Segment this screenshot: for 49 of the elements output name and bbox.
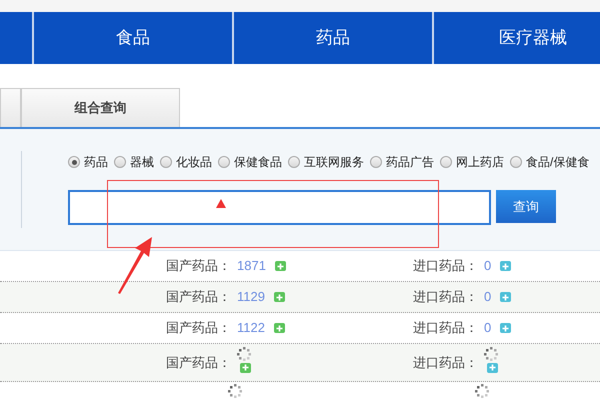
- radio-button[interactable]: [510, 156, 522, 168]
- count-label: 进口药品：: [413, 319, 478, 338]
- count-value[interactable]: 0: [484, 287, 492, 307]
- annotation-arrow: [115, 236, 153, 294]
- radio-button[interactable]: [160, 156, 172, 168]
- count-value[interactable]: 0: [484, 256, 492, 276]
- option-label: 器械: [130, 154, 154, 171]
- count-value[interactable]: 1129: [237, 287, 265, 307]
- nav-item[interactable]: 药品: [234, 12, 434, 64]
- loading-spinner-icon: [484, 346, 498, 360]
- search-button[interactable]: 查询: [496, 190, 556, 223]
- option-label: 药品: [84, 154, 108, 171]
- count-value[interactable]: 1871: [237, 256, 266, 276]
- count-value[interactable]: 0: [484, 318, 492, 338]
- count-label: 进口药品：: [413, 354, 478, 372]
- plus-icon[interactable]: [274, 261, 286, 271]
- plus-icon[interactable]: [500, 323, 512, 333]
- loading-spinner-icon: [237, 346, 251, 360]
- count-label: 国产药品：: [166, 257, 231, 276]
- search-field[interactable]: [68, 190, 491, 225]
- count-label: 进口药品：: [413, 288, 478, 306]
- option-label: 食品/保健食: [526, 154, 590, 171]
- count-label: 国产药品：: [166, 288, 231, 306]
- radio-button[interactable]: [68, 156, 80, 168]
- tab[interactable]: 组合查询: [21, 88, 180, 127]
- count-label: 国产药品：: [166, 319, 231, 338]
- plus-icon[interactable]: [274, 292, 285, 302]
- count-label: 进口药品：: [413, 257, 478, 276]
- radio-button[interactable]: [218, 156, 230, 168]
- count-label: 国产药品：: [166, 354, 231, 372]
- nav-item[interactable]: 食品: [34, 12, 234, 64]
- radio-button[interactable]: [370, 156, 382, 168]
- annotation-triangle: [216, 199, 226, 208]
- plus-icon[interactable]: [240, 362, 251, 372]
- nav-item[interactable]: 医疗器械: [434, 12, 600, 64]
- plus-icon[interactable]: [274, 323, 285, 333]
- option-label: 药品广告: [386, 154, 434, 171]
- option-label: 网上药店: [456, 154, 504, 171]
- plus-icon[interactable]: [500, 261, 512, 271]
- plus-icon[interactable]: [500, 292, 512, 302]
- option-label: 互联网服务: [304, 154, 364, 171]
- tab[interactable]: [0, 88, 21, 127]
- option-label: 保健食品: [234, 154, 282, 171]
- count-value[interactable]: 1122: [237, 318, 265, 338]
- option-label: 化妆品: [176, 154, 212, 171]
- radio-button[interactable]: [440, 156, 452, 168]
- plus-icon[interactable]: [487, 362, 498, 372]
- radio-button[interactable]: [288, 156, 300, 168]
- radio-button[interactable]: [114, 156, 126, 168]
